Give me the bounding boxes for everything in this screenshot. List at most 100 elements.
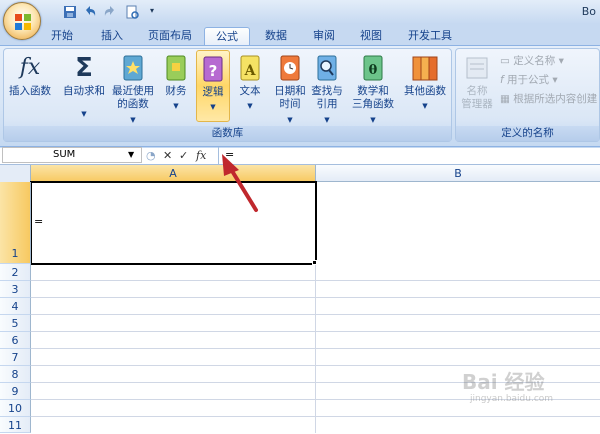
row-gridline <box>31 297 600 298</box>
group-label: 函数库 <box>4 126 451 141</box>
more-functions-button[interactable]: 其他函数 ▼ <box>400 50 450 120</box>
fill-handle[interactable] <box>312 260 317 265</box>
button-label: 其他函数 <box>404 85 446 97</box>
insert-function-fx-icon[interactable]: fx <box>196 148 206 164</box>
save-icon[interactable] <box>62 4 78 20</box>
row-header-8[interactable]: 8 <box>0 366 31 383</box>
magnifier-book-icon <box>317 55 337 81</box>
clock-book-icon <box>280 55 300 81</box>
date-time-button[interactable]: 日期和 时间 ▼ <box>270 50 310 124</box>
undo-icon[interactable] <box>82 4 98 20</box>
watermark-url: jingyan.baidu.com <box>470 394 554 404</box>
financial-button[interactable]: 财务 ▼ <box>160 50 192 120</box>
cancel-icon[interactable]: ✕ <box>163 148 172 164</box>
button-label: 逻辑 <box>202 86 224 98</box>
logical-book-icon: ? <box>203 56 223 82</box>
star-book-icon <box>123 55 143 81</box>
tab-formulas[interactable]: 公式 <box>204 27 250 46</box>
name-box[interactable]: SUM <box>2 147 142 163</box>
tag-icon: ▭ <box>500 55 510 67</box>
window-title: Bo <box>581 5 596 18</box>
button-label: 文本 <box>239 85 261 97</box>
enter-icon[interactable]: ✓ <box>179 148 188 164</box>
row-header-5[interactable]: 5 <box>0 315 31 332</box>
office-logo-icon <box>15 14 31 30</box>
dropdown-arrow-icon: ▼ <box>287 116 293 124</box>
grid-icon: ▦ <box>500 93 510 105</box>
dropdown-arrow-icon: ▾ <box>552 74 558 86</box>
row-header-10[interactable]: 10 <box>0 400 31 417</box>
active-cell-a1[interactable] <box>30 181 317 265</box>
row-gridline <box>31 280 600 281</box>
tab-developer[interactable]: 开发工具 <box>402 27 458 46</box>
redo-icon[interactable] <box>102 4 118 20</box>
autosum-button[interactable]: Σ 自动求和 ▼ <box>60 50 108 120</box>
formula-input[interactable]: = <box>218 147 600 165</box>
button-label: 数学和 三角函数 <box>352 85 394 110</box>
row-header-2[interactable]: 2 <box>0 264 31 281</box>
button-label: 最近使用 的函数 <box>112 85 154 110</box>
tab-insert[interactable]: 插入 <box>94 27 130 46</box>
ribbon-tab-bar <box>0 24 600 46</box>
theta-book-icon: θ <box>363 55 383 81</box>
qat-customize-icon[interactable]: ▾ <box>150 6 154 15</box>
cell-a1-content: = <box>34 215 44 228</box>
row-gridline <box>31 348 600 349</box>
row-header-9[interactable]: 9 <box>0 383 31 400</box>
lookup-reference-button[interactable]: 查找与 引用 ▼ <box>308 50 346 124</box>
row-header-1[interactable]: 1 <box>0 182 31 264</box>
button-label: 财务 <box>165 85 187 97</box>
dropdown-arrow-icon: ▼ <box>422 102 428 110</box>
dropdown-arrow-icon: ▼ <box>324 116 330 124</box>
button-label: 名称 管理器 <box>461 85 493 110</box>
dropdown-arrow-icon: ▼ <box>370 116 376 124</box>
dropdown-arrow-icon: ▼ <box>130 116 136 124</box>
sigma-icon: Σ <box>75 53 93 83</box>
recently-used-button[interactable]: 最近使用 的函数 ▼ <box>108 50 158 124</box>
dropdown-arrow-icon: ▼ <box>81 110 87 118</box>
select-all-corner[interactable] <box>0 165 31 182</box>
dropdown-arrow-icon: ▾ <box>558 55 564 67</box>
logical-glyph: ? <box>209 62 218 80</box>
theta-glyph: θ <box>369 63 378 78</box>
financial-book-icon <box>166 55 186 81</box>
dropdown-arrow-icon: ▼ <box>247 102 253 110</box>
stacked-books-icon <box>412 56 438 81</box>
name-manager-icon <box>466 57 488 79</box>
formula-bar-grip-icon[interactable]: ◔ <box>146 148 156 164</box>
tab-home[interactable]: 开始 <box>44 27 80 46</box>
text-functions-button[interactable]: A 文本 ▼ <box>234 50 266 120</box>
row-header-3[interactable]: 3 <box>0 281 31 298</box>
print-preview-icon[interactable] <box>124 4 140 20</box>
column-header-b[interactable]: B <box>316 165 600 182</box>
group-label: 定义的名称 <box>456 126 599 141</box>
tab-data[interactable]: 数据 <box>258 27 294 46</box>
row-header-11[interactable]: 11 <box>0 417 31 433</box>
logical-button[interactable]: ? 逻辑 ▼ <box>196 50 230 122</box>
create-from-selection-button[interactable]: ▦ 根据所选内容创建 <box>500 91 597 107</box>
watermark: Bai 经验 <box>462 370 545 394</box>
column-header-a[interactable]: A <box>31 165 316 182</box>
use-in-formula-button[interactable]: f 用于公式 ▾ <box>500 72 558 88</box>
row-header-6[interactable]: 6 <box>0 332 31 349</box>
text-book-icon: A <box>240 55 260 81</box>
text-glyph: A <box>244 63 257 79</box>
fx-small-icon: f <box>500 74 504 86</box>
tab-review[interactable]: 审阅 <box>306 27 342 46</box>
tab-view[interactable]: 视图 <box>353 27 389 46</box>
tab-page-layout[interactable]: 页面布局 <box>142 27 198 46</box>
math-trig-button[interactable]: θ 数学和 三角函数 ▼ <box>348 50 398 124</box>
dropdown-arrow-icon: ▼ <box>210 103 216 111</box>
button-label: 查找与 引用 <box>311 85 343 110</box>
button-label: 插入函数 <box>9 85 51 97</box>
row-header-4[interactable]: 4 <box>0 298 31 315</box>
name-manager-button[interactable]: 名称 管理器 <box>458 50 496 120</box>
define-name-button[interactable]: ▭ 定义名称 ▾ <box>500 53 564 69</box>
insert-function-button[interactable]: fx 插入函数 <box>6 50 54 120</box>
chevron-down-icon[interactable]: ▼ <box>128 150 134 159</box>
button-label: 自动求和 <box>63 85 105 97</box>
row-gridline <box>31 314 600 315</box>
row-header-7[interactable]: 7 <box>0 349 31 366</box>
dropdown-arrow-icon: ▼ <box>173 102 179 110</box>
office-button[interactable] <box>3 2 41 40</box>
